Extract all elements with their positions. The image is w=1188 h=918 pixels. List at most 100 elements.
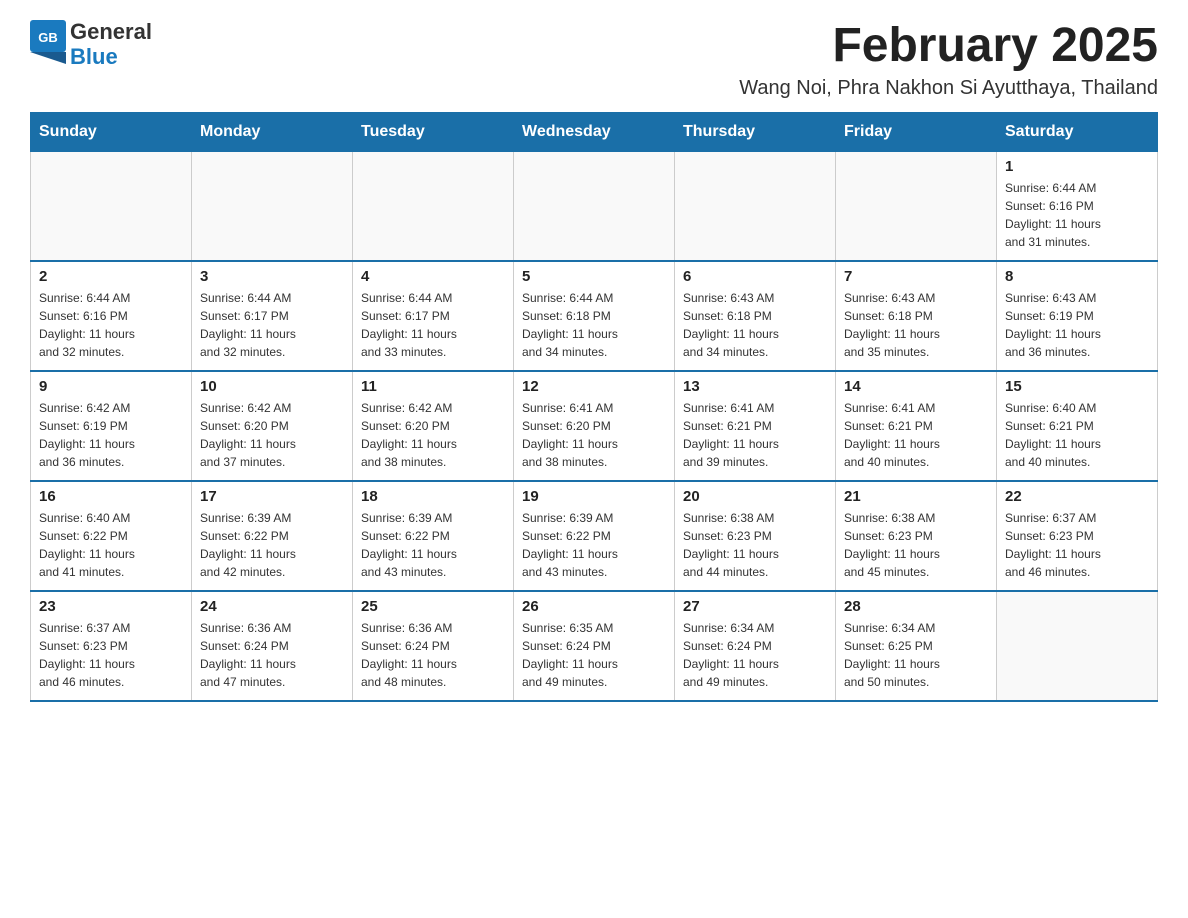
day-info: Sunrise: 6:43 AM Sunset: 6:18 PM Dayligh… [683, 289, 827, 361]
calendar-cell: 4Sunrise: 6:44 AM Sunset: 6:17 PM Daylig… [353, 261, 514, 371]
week-row-2: 2 Sunrise: 6:44 AM Sunset: 6:16 PM Daylig… [31, 261, 1158, 371]
calendar-cell: 11 Sunrise: 6:42 AM Sunset: 6:20 PM Dayli… [353, 371, 514, 481]
calendar-title: February 2025 [739, 20, 1158, 73]
day-number: 21 [844, 488, 988, 505]
calendar-cell: 22 Sunrise: 6:37 AM Sunset: 6:23 PM Dayli… [997, 481, 1158, 591]
day-info: Sunrise: 6:40 AM Sunset: 6:21 PM Dayligh… [1005, 399, 1149, 471]
logo-general: General [70, 20, 152, 44]
day-info: Sunrise: 6:37 AM Sunset: 6:23 PM Dayligh… [1005, 509, 1149, 581]
day-number: 4 [361, 268, 505, 285]
week-row-5: 23Sunrise: 6:37 AM Sunset: 6:23 PM Dayli… [31, 591, 1158, 701]
day-number: 24 [200, 598, 344, 615]
logo-blue: Blue [70, 45, 152, 69]
day-info: Sunrise: 6:42 AM Sunset: 6:20 PM Dayligh… [200, 399, 344, 471]
calendar-cell: 2 Sunrise: 6:44 AM Sunset: 6:16 PM Daylig… [31, 261, 192, 371]
day-info: Sunrise: 6:44 AM Sunset: 6:16 PM Dayligh… [1005, 179, 1149, 251]
weekday-header-thursday: Thursday [675, 112, 836, 151]
day-info: Sunrise: 6:39 AM Sunset: 6:22 PM Dayligh… [361, 509, 505, 581]
day-number: 26 [522, 598, 666, 615]
calendar-cell [997, 591, 1158, 701]
week-row-1: 1Sunrise: 6:44 AM Sunset: 6:16 PM Daylig… [31, 151, 1158, 261]
calendar-cell: 14 Sunrise: 6:41 AM Sunset: 6:21 PM Dayli… [836, 371, 997, 481]
day-info: Sunrise: 6:41 AM Sunset: 6:21 PM Dayligh… [683, 399, 827, 471]
day-info: Sunrise: 6:44 AM Sunset: 6:17 PM Dayligh… [200, 289, 344, 361]
logo-text: General Blue [70, 20, 152, 68]
day-info: Sunrise: 6:37 AM Sunset: 6:23 PM Dayligh… [39, 619, 183, 691]
day-info: Sunrise: 6:36 AM Sunset: 6:24 PM Dayligh… [361, 619, 505, 691]
weekday-header-saturday: Saturday [997, 112, 1158, 151]
day-info: Sunrise: 6:42 AM Sunset: 6:19 PM Dayligh… [39, 399, 183, 471]
weekday-header-monday: Monday [192, 112, 353, 151]
calendar-body: 1Sunrise: 6:44 AM Sunset: 6:16 PM Daylig… [31, 151, 1158, 701]
calendar-cell: 24 Sunrise: 6:36 AM Sunset: 6:24 PM Dayli… [192, 591, 353, 701]
page-header: GB General Blue February 2025 Wang Noi, … [30, 20, 1158, 100]
calendar-cell: 27 Sunrise: 6:34 AM Sunset: 6:24 PM Dayli… [675, 591, 836, 701]
day-number: 7 [844, 268, 988, 285]
calendar-cell: 19 Sunrise: 6:39 AM Sunset: 6:22 PM Dayli… [514, 481, 675, 591]
day-info: Sunrise: 6:34 AM Sunset: 6:24 PM Dayligh… [683, 619, 827, 691]
calendar-header: SundayMondayTuesdayWednesdayThursdayFrid… [31, 112, 1158, 151]
calendar-cell: 5 Sunrise: 6:44 AM Sunset: 6:18 PM Daylig… [514, 261, 675, 371]
calendar-table: SundayMondayTuesdayWednesdayThursdayFrid… [30, 112, 1158, 703]
svg-text:GB: GB [38, 30, 58, 45]
day-info: Sunrise: 6:43 AM Sunset: 6:18 PM Dayligh… [844, 289, 988, 361]
day-info: Sunrise: 6:43 AM Sunset: 6:19 PM Dayligh… [1005, 289, 1149, 361]
day-number: 8 [1005, 268, 1149, 285]
day-info: Sunrise: 6:40 AM Sunset: 6:22 PM Dayligh… [39, 509, 183, 581]
day-info: Sunrise: 6:42 AM Sunset: 6:20 PM Dayligh… [361, 399, 505, 471]
calendar-cell: 18Sunrise: 6:39 AM Sunset: 6:22 PM Dayli… [353, 481, 514, 591]
day-info: Sunrise: 6:38 AM Sunset: 6:23 PM Dayligh… [844, 509, 988, 581]
day-number: 5 [522, 268, 666, 285]
weekday-header-wednesday: Wednesday [514, 112, 675, 151]
day-info: Sunrise: 6:41 AM Sunset: 6:21 PM Dayligh… [844, 399, 988, 471]
calendar-cell [836, 151, 997, 261]
day-number: 2 [39, 268, 183, 285]
title-block: February 2025 Wang Noi, Phra Nakhon Si A… [739, 20, 1158, 100]
weekday-header-tuesday: Tuesday [353, 112, 514, 151]
calendar-cell: 13 Sunrise: 6:41 AM Sunset: 6:21 PM Dayli… [675, 371, 836, 481]
weekday-header-row: SundayMondayTuesdayWednesdayThursdayFrid… [31, 112, 1158, 151]
day-info: Sunrise: 6:44 AM Sunset: 6:18 PM Dayligh… [522, 289, 666, 361]
weekday-header-sunday: Sunday [31, 112, 192, 151]
day-number: 19 [522, 488, 666, 505]
day-number: 11 [361, 378, 505, 395]
day-info: Sunrise: 6:44 AM Sunset: 6:16 PM Dayligh… [39, 289, 183, 361]
day-info: Sunrise: 6:36 AM Sunset: 6:24 PM Dayligh… [200, 619, 344, 691]
day-number: 22 [1005, 488, 1149, 505]
calendar-cell: 15Sunrise: 6:40 AM Sunset: 6:21 PM Dayli… [997, 371, 1158, 481]
day-number: 28 [844, 598, 988, 615]
calendar-cell: 25Sunrise: 6:36 AM Sunset: 6:24 PM Dayli… [353, 591, 514, 701]
calendar-cell: 26 Sunrise: 6:35 AM Sunset: 6:24 PM Dayli… [514, 591, 675, 701]
week-row-3: 9 Sunrise: 6:42 AM Sunset: 6:19 PM Daylig… [31, 371, 1158, 481]
day-number: 20 [683, 488, 827, 505]
day-number: 12 [522, 378, 666, 395]
day-number: 14 [844, 378, 988, 395]
calendar-cell: 1Sunrise: 6:44 AM Sunset: 6:16 PM Daylig… [997, 151, 1158, 261]
calendar-cell: 23Sunrise: 6:37 AM Sunset: 6:23 PM Dayli… [31, 591, 192, 701]
day-number: 17 [200, 488, 344, 505]
day-number: 3 [200, 268, 344, 285]
day-number: 13 [683, 378, 827, 395]
day-info: Sunrise: 6:38 AM Sunset: 6:23 PM Dayligh… [683, 509, 827, 581]
day-number: 10 [200, 378, 344, 395]
day-number: 16 [39, 488, 183, 505]
calendar-cell [192, 151, 353, 261]
calendar-cell: 10 Sunrise: 6:42 AM Sunset: 6:20 PM Dayli… [192, 371, 353, 481]
calendar-cell: 28Sunrise: 6:34 AM Sunset: 6:25 PM Dayli… [836, 591, 997, 701]
day-info: Sunrise: 6:35 AM Sunset: 6:24 PM Dayligh… [522, 619, 666, 691]
calendar-cell: 9 Sunrise: 6:42 AM Sunset: 6:19 PM Daylig… [31, 371, 192, 481]
calendar-cell [31, 151, 192, 261]
week-row-4: 16 Sunrise: 6:40 AM Sunset: 6:22 PM Dayli… [31, 481, 1158, 591]
day-info: Sunrise: 6:39 AM Sunset: 6:22 PM Dayligh… [522, 509, 666, 581]
logo: GB General Blue [30, 20, 152, 69]
calendar-cell [675, 151, 836, 261]
calendar-cell: 7 Sunrise: 6:43 AM Sunset: 6:18 PM Daylig… [836, 261, 997, 371]
calendar-cell: 6 Sunrise: 6:43 AM Sunset: 6:18 PM Daylig… [675, 261, 836, 371]
calendar-cell: 8 Sunrise: 6:43 AM Sunset: 6:19 PM Daylig… [997, 261, 1158, 371]
logo-icon: GB [30, 20, 66, 69]
day-number: 27 [683, 598, 827, 615]
day-number: 9 [39, 378, 183, 395]
day-info: Sunrise: 6:41 AM Sunset: 6:20 PM Dayligh… [522, 399, 666, 471]
calendar-cell [353, 151, 514, 261]
day-number: 6 [683, 268, 827, 285]
